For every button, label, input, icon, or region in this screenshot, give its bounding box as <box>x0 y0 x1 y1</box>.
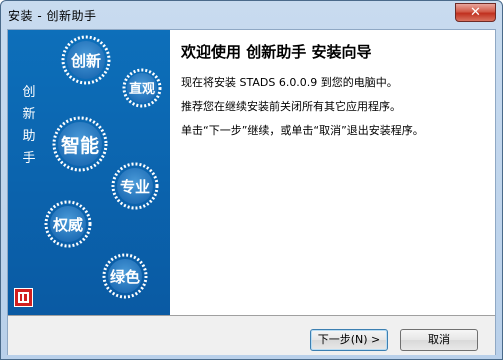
next-button[interactable]: 下一步(N) > <box>310 329 388 351</box>
badge-zhiguan: 直观 <box>122 68 162 108</box>
close-button[interactable]: ✕ <box>455 3 496 22</box>
badge-label: 专业 <box>120 178 150 196</box>
badge-zhineng: 智能 <box>52 116 108 172</box>
close-icon: ✕ <box>470 5 481 20</box>
badge-label: 智能 <box>61 134 99 157</box>
badge-label: 直观 <box>129 81 155 97</box>
welcome-heading: 欢迎使用 创新助手 安装向导 <box>181 43 372 61</box>
cancel-button[interactable]: 取消 <box>400 329 478 351</box>
wizard-button-bar: 下一步(N) > 取消 <box>8 315 495 355</box>
badge-artwork: 创新 直观 智能 专业 权威 绿色 <box>44 35 162 299</box>
instruction-text: 单击“下一步”继续，或单击“取消”退出安装程序。 <box>181 124 424 137</box>
install-info-text: 现在将安装 STADS 6.0.0.9 到您的电脑中。 <box>181 76 398 89</box>
title-bar[interactable]: 安装 - 创新助手 ✕ <box>1 1 502 28</box>
badge-chuangxin: 创新 <box>61 35 111 85</box>
window-title: 安装 - 创新助手 <box>8 9 97 23</box>
wizard-client-area: 创 新 助 手 创新 直观 智能 专业 权威 绿色 欢迎使用 创新助手 安装向导… <box>7 29 496 355</box>
badge-label: 权威 <box>52 216 83 234</box>
badge-lvse: 绿色 <box>102 253 148 299</box>
brand-logo-icon <box>14 288 33 307</box>
close-apps-text: 推荐您在继续安装前关闭所有其它应用程序。 <box>181 100 401 113</box>
badge-quanwei: 权威 <box>44 200 92 248</box>
badge-zhuanye: 专业 <box>111 162 159 210</box>
badge-label: 绿色 <box>110 268 140 286</box>
badge-label: 创新 <box>70 52 101 70</box>
welcome-panel: 欢迎使用 创新助手 安装向导 现在将安装 STADS 6.0.0.9 到您的电脑… <box>170 30 495 315</box>
installer-window: 安装 - 创新助手 ✕ 创 新 助 手 创新 直观 智能 专业 权威 绿色 欢迎… <box>0 0 503 360</box>
wizard-sidebar-banner: 创 新 助 手 创新 直观 智能 专业 权威 绿色 <box>8 30 170 315</box>
